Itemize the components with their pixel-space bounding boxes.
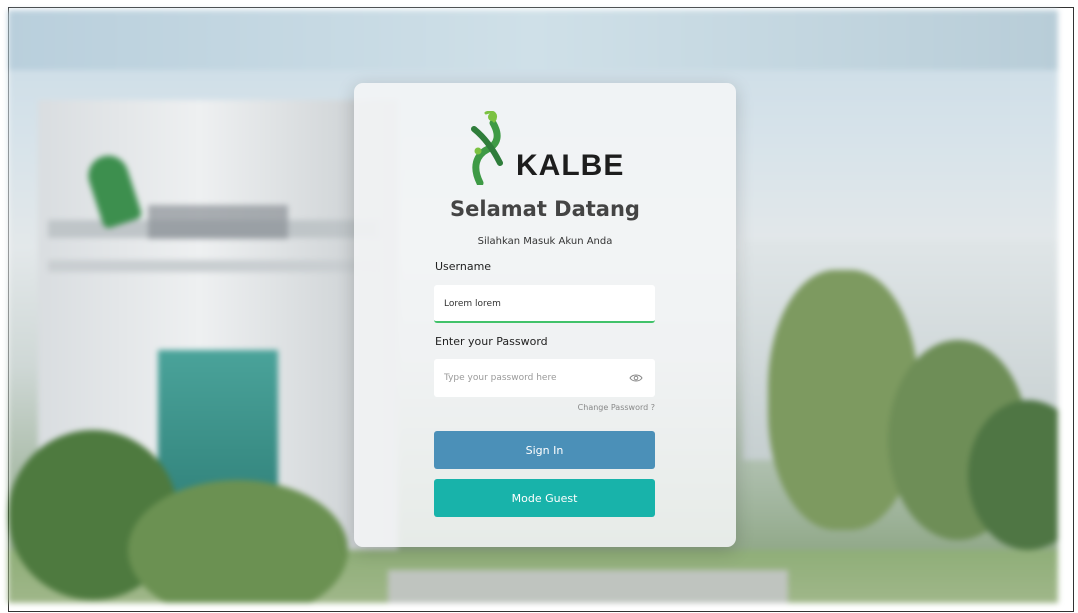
brand-name: KALBE [516,149,625,182]
password-label: Enter your Password [435,335,548,348]
password-input[interactable] [434,359,655,397]
page-subtitle: Silahkan Masuk Akun Anda [477,236,613,247]
kalbe-logo-icon [471,111,503,185]
sign-in-button[interactable]: Sign In [434,431,655,469]
username-input[interactable]: Lorem lorem [434,285,655,323]
page-title: Selamat Datang [450,197,640,221]
guest-mode-button[interactable]: Mode Guest [434,479,655,517]
change-password-link[interactable]: Change Password ? [554,403,655,412]
username-label: Username [435,260,492,273]
eye-icon[interactable] [629,372,643,384]
login-card: KALBE Selamat Datang Silahkan Masuk Akun… [354,83,736,547]
